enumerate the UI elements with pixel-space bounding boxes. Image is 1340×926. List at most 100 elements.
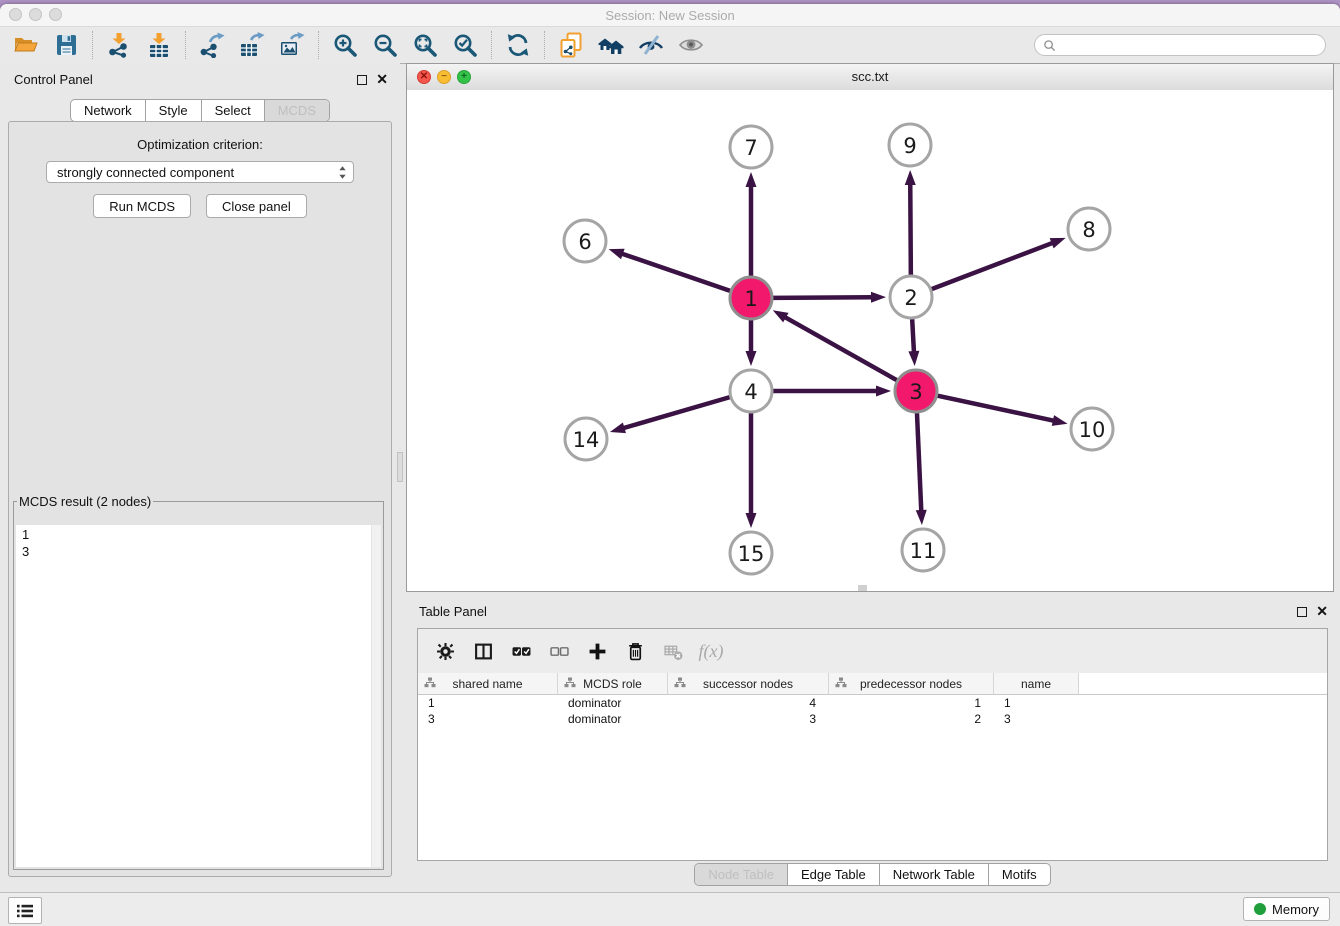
search-box[interactable] xyxy=(1034,34,1326,56)
zoom-in-button[interactable] xyxy=(325,30,365,60)
table-tab-edge-table[interactable]: Edge Table xyxy=(788,864,880,885)
window-titlebar: Session: New Session xyxy=(0,4,1340,27)
mcds-result-area[interactable]: 13 xyxy=(16,525,381,867)
table-cell[interactable]: dominator xyxy=(558,696,668,710)
export-table-button[interactable] xyxy=(232,30,272,60)
close-panel-button[interactable]: Close panel xyxy=(206,194,307,218)
graph-node-label-1: 1 xyxy=(744,287,757,311)
column-header-shared-name[interactable]: shared name xyxy=(418,673,558,694)
search-input[interactable] xyxy=(1060,37,1317,53)
export-network-button[interactable] xyxy=(192,30,232,60)
graph-edge-2-3[interactable] xyxy=(912,319,914,353)
import-table-button[interactable] xyxy=(139,30,179,60)
delete-columns-button[interactable] xyxy=(616,633,654,669)
tab-network[interactable]: Network xyxy=(71,100,146,121)
graph-edge-arrow xyxy=(1050,238,1066,248)
memory-button[interactable]: Memory xyxy=(1243,897,1330,921)
table-cell[interactable]: 1 xyxy=(418,696,558,710)
tab-mcds[interactable]: MCDS xyxy=(265,100,329,121)
run-mcds-button[interactable]: Run MCDS xyxy=(93,194,191,218)
graph-edge-2-8[interactable] xyxy=(932,243,1054,290)
graph-edge-arrow xyxy=(746,351,757,366)
mcds-result-title: MCDS result (2 nodes) xyxy=(17,494,153,509)
optimization-select[interactable]: strongly connected component xyxy=(46,161,354,183)
graph-edge-1-2[interactable] xyxy=(773,297,873,298)
save-session-button[interactable] xyxy=(46,30,86,60)
network-frame: ✕ − + scc.txt 7968124314101511 xyxy=(406,63,1334,592)
column-header-MCDS-role[interactable]: MCDS role xyxy=(558,673,668,694)
select-all-button[interactable] xyxy=(502,633,540,669)
open-file-button[interactable] xyxy=(6,30,46,60)
column-header-predecessor-nodes[interactable]: predecessor nodes xyxy=(829,673,994,694)
close-table-panel-icon[interactable]: ✕ xyxy=(1316,605,1328,617)
graph-edge-1-6[interactable] xyxy=(621,253,730,291)
export-image-button[interactable] xyxy=(272,30,312,60)
panel-selector-button[interactable] xyxy=(8,897,42,924)
close-panel-icon[interactable]: ✕ xyxy=(376,73,388,85)
table-panel: Table Panel ✕ f(x) shared nameMCDS roles… xyxy=(405,595,1340,893)
tab-group: NetworkStyleSelectMCDS xyxy=(70,99,330,122)
result-scrollbar[interactable] xyxy=(371,525,381,867)
table-mode-button[interactable] xyxy=(426,633,464,669)
canvas-scroll-thumb[interactable] xyxy=(858,585,867,591)
zoom-fit-button[interactable] xyxy=(405,30,445,60)
show-columns-button[interactable] xyxy=(464,633,502,669)
deselect-all-button[interactable] xyxy=(540,633,578,669)
column-label: shared name xyxy=(452,677,522,691)
main-toolbar xyxy=(0,27,1340,64)
graph-edge-3-10[interactable] xyxy=(938,396,1055,421)
float-table-panel-icon[interactable] xyxy=(1297,607,1307,617)
memory-status-icon xyxy=(1254,903,1266,915)
graph-edge-3-1[interactable] xyxy=(784,317,897,381)
graph-edge-3-11[interactable] xyxy=(917,413,921,512)
table-cell[interactable]: 1 xyxy=(994,696,1079,710)
memory-label: Memory xyxy=(1272,902,1319,917)
table-cell[interactable]: 3 xyxy=(668,712,829,726)
network-canvas[interactable]: 7968124314101511 xyxy=(407,90,1333,591)
table-tab-motifs[interactable]: Motifs xyxy=(989,864,1050,885)
float-panel-icon[interactable] xyxy=(357,75,367,85)
control-panel-tabs: NetworkStyleSelectMCDS xyxy=(0,99,400,122)
window-title: Session: New Session xyxy=(0,8,1340,23)
column-header-name[interactable]: name xyxy=(994,673,1079,694)
tab-style[interactable]: Style xyxy=(146,100,202,121)
table-row[interactable]: 1dominator411 xyxy=(418,695,1327,711)
network-frame-titlebar[interactable]: ✕ − + scc.txt xyxy=(407,64,1333,91)
table-tab-node-table[interactable]: Node Table xyxy=(695,864,788,885)
home-view-button[interactable] xyxy=(591,30,631,60)
refresh-layout-button[interactable] xyxy=(498,30,538,60)
graph-edge-arrow xyxy=(609,249,625,259)
tab-select[interactable]: Select xyxy=(202,100,265,121)
graph-node-label-9: 9 xyxy=(903,134,916,158)
list-icon xyxy=(15,903,35,919)
graph-node-label-3: 3 xyxy=(909,380,922,404)
toolbar-buttons xyxy=(6,30,711,60)
table-cell[interactable]: 2 xyxy=(829,712,994,726)
table-cell[interactable]: 3 xyxy=(994,712,1079,726)
graph-edge-arrow xyxy=(876,386,891,397)
create-column-button[interactable] xyxy=(578,633,616,669)
hide-graphics-details-button[interactable] xyxy=(631,30,671,60)
column-header-successor-nodes[interactable]: successor nodes xyxy=(668,673,829,694)
splitter-handle[interactable] xyxy=(397,452,403,482)
table-cell[interactable]: 1 xyxy=(829,696,994,710)
toolbar-separator xyxy=(544,31,545,59)
duplicate-network-button[interactable] xyxy=(551,30,591,60)
optimization-label: Optimization criterion: xyxy=(9,137,391,152)
network-frame-title: scc.txt xyxy=(407,69,1333,84)
zoom-selected-button[interactable] xyxy=(445,30,485,60)
graph-node-label-7: 7 xyxy=(744,136,757,160)
table-cell[interactable]: 4 xyxy=(668,696,829,710)
graph-edge-4-14[interactable] xyxy=(622,397,729,428)
zoom-out-button[interactable] xyxy=(365,30,405,60)
table-cell[interactable]: 3 xyxy=(418,712,558,726)
table-tab-network-table[interactable]: Network Table xyxy=(880,864,989,885)
import-network-button[interactable] xyxy=(99,30,139,60)
table-row[interactable]: 3dominator323 xyxy=(418,711,1327,727)
table-cell[interactable]: dominator xyxy=(558,712,668,726)
graph-edge-arrow xyxy=(908,351,919,366)
graph-edge-2-9[interactable] xyxy=(910,183,911,275)
show-graphics-details-button[interactable] xyxy=(671,30,711,60)
graph-node-label-8: 8 xyxy=(1082,218,1095,242)
chevron-updown-icon xyxy=(338,165,347,180)
